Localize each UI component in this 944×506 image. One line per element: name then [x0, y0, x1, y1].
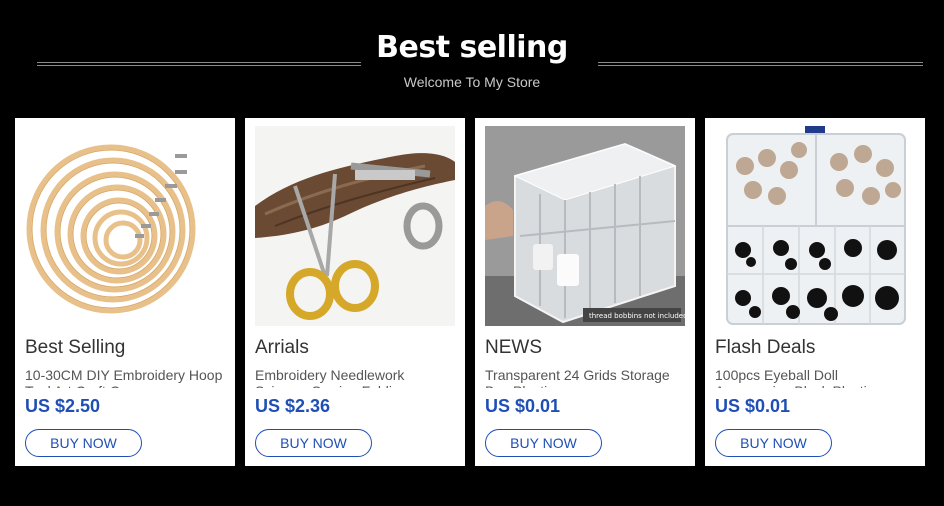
product-card[interactable]: thread bobbins not included NEWS Transpa…: [475, 118, 695, 466]
folding-scissors-image[interactable]: [255, 126, 455, 326]
buy-now-button[interactable]: BUY NOW: [485, 429, 602, 457]
product-category[interactable]: NEWS: [485, 337, 542, 359]
storage-box-image[interactable]: thread bobbins not included: [485, 126, 685, 326]
product-description[interactable]: Embroidery Needlework Scissors Sewing Fo…: [255, 367, 455, 388]
product-category[interactable]: Arrials: [255, 337, 309, 359]
page-title: Best selling: [376, 30, 568, 65]
product-card[interactable]: Arrials Embroidery Needlework Scissors S…: [245, 118, 465, 466]
product-price: US $0.01: [485, 396, 561, 416]
store-header: Best selling Welcome To My Store: [0, 0, 944, 110]
product-card[interactable]: Best Selling 10-30CM DIY Embroidery Hoop…: [15, 118, 235, 466]
product-description[interactable]: 10-30CM DIY Embroidery Hoop Tool Art Cra…: [25, 367, 225, 388]
page-subtitle: Welcome To My Store: [403, 74, 541, 90]
product-price: US $0.01: [715, 396, 791, 416]
product-category[interactable]: Best Selling: [25, 337, 125, 359]
embroidery-hoops-image[interactable]: [25, 126, 225, 326]
product-price: US $2.50: [25, 396, 101, 416]
product-card[interactable]: Flash Deals 100pcs Eyeball Doll Accessor…: [705, 118, 925, 466]
product-price: US $2.36: [255, 396, 331, 416]
product-category[interactable]: Flash Deals: [715, 337, 815, 359]
right-divider: [598, 62, 923, 66]
doll-eyes-image[interactable]: [715, 126, 915, 326]
buy-now-button[interactable]: BUY NOW: [715, 429, 832, 457]
buy-now-button[interactable]: BUY NOW: [255, 429, 372, 457]
image-caption: thread bobbins not included: [589, 312, 685, 320]
buy-now-button[interactable]: BUY NOW: [25, 429, 142, 457]
product-description[interactable]: 100pcs Eyeball Doll Accessories Black Pl…: [715, 367, 915, 388]
product-description[interactable]: Transparent 24 Grids Storage Box Plastic: [485, 367, 685, 388]
